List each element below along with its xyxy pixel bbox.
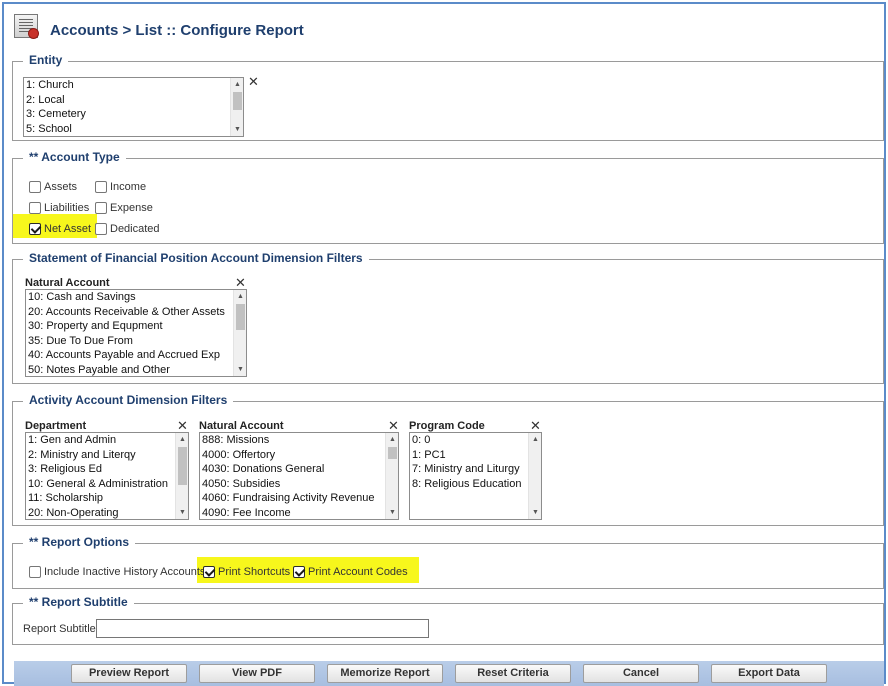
list-item[interactable]: 8: Religious Education — [410, 477, 541, 492]
natural-account-label: Natural Account — [25, 277, 110, 289]
department-label: Department — [25, 420, 87, 432]
reset-criteria-button[interactable]: Reset Criteria — [455, 664, 571, 683]
program-code-label: Program Code — [409, 420, 485, 432]
list-item[interactable]: 2: Ministry and Literqy — [26, 448, 188, 463]
list-item[interactable]: 40: Accounts Payable and Accrued Exp — [26, 348, 246, 363]
scroll-up-icon[interactable]: ▲ — [176, 433, 188, 446]
list-item[interactable]: 1: Church — [24, 78, 243, 93]
program-code-listbox[interactable]: 0: 0 1: PC1 7: Ministry and Liturgy 8: R… — [409, 432, 542, 520]
list-item[interactable]: 4030: Donations General — [200, 462, 398, 477]
account-type-legend: ** Account Type — [23, 150, 126, 164]
page-title: Accounts > List :: Configure Report — [50, 22, 304, 39]
activity-filters-section: Activity Account Dimension Filters Depar… — [12, 393, 884, 526]
report-subtitle-label: Report Subtitle: — [23, 623, 99, 635]
checkbox-liabilities[interactable]: Liabilities — [29, 200, 89, 216]
report-subtitle-section: ** Report Subtitle Report Subtitle: — [12, 595, 884, 645]
list-item[interactable]: 4090: Fee Income — [200, 506, 398, 520]
activity-natural-account-label: Natural Account — [199, 420, 284, 432]
list-item[interactable]: 3: Religious Ed — [26, 462, 188, 477]
entity-section: Entity 1: Church 2: Local 3: Cemetery 5:… — [12, 53, 884, 141]
list-item[interactable]: 7: Ministry and Liturgy — [410, 462, 541, 477]
entity-legend: Entity — [23, 53, 69, 67]
scroll-down-icon[interactable]: ▼ — [176, 506, 188, 519]
clear-icon[interactable]: ✕ — [248, 75, 259, 88]
scrollbar[interactable]: ▲ ▼ — [230, 78, 243, 136]
account-type-section: ** Account Type Assets Income Liabilitie… — [12, 150, 884, 244]
scroll-down-icon[interactable]: ▼ — [234, 363, 246, 376]
scroll-up-icon[interactable]: ▲ — [234, 290, 246, 303]
report-subtitle-input[interactable] — [96, 619, 429, 638]
checkbox-icon[interactable] — [29, 566, 41, 579]
report-icon — [14, 14, 39, 39]
scrollbar[interactable]: ▲ ▼ — [528, 433, 541, 519]
checkbox-print-account-codes[interactable]: Print Account Codes — [293, 564, 408, 580]
list-item[interactable]: 1: PC1 — [410, 448, 541, 463]
scroll-down-icon[interactable]: ▼ — [529, 506, 541, 519]
scrollbar[interactable]: ▲ ▼ — [233, 290, 246, 376]
list-item[interactable]: 20: Accounts Receivable & Other Assets — [26, 305, 246, 320]
list-item[interactable]: 35: Due To Due From — [26, 334, 246, 349]
clear-icon[interactable]: ✕ — [235, 276, 246, 289]
list-item[interactable]: 2: Local — [24, 93, 243, 108]
sfp-filters-section: Statement of Financial Position Account … — [12, 251, 884, 384]
list-item[interactable]: 1: Gen and Admin — [26, 433, 188, 448]
checkbox-dedicated[interactable]: Dedicated — [95, 221, 160, 237]
list-item[interactable]: 10: General & Administration — [26, 477, 188, 492]
scroll-up-icon[interactable]: ▲ — [231, 78, 243, 91]
activity-filters-legend: Activity Account Dimension Filters — [23, 393, 234, 407]
export-data-button[interactable]: Export Data — [711, 664, 827, 683]
memorize-report-button[interactable]: Memorize Report — [327, 664, 443, 683]
checkbox-icon[interactable] — [29, 181, 41, 194]
checkbox-icon[interactable] — [95, 223, 107, 236]
footer-button-bar: Preview Report View PDF Memorize Report … — [14, 661, 884, 686]
configure-report-window: Accounts > List :: Configure Report Enti… — [2, 2, 886, 686]
scroll-up-icon[interactable]: ▲ — [529, 433, 541, 446]
list-item[interactable]: 4050: Subsidies — [200, 477, 398, 492]
cancel-button[interactable]: Cancel — [583, 664, 699, 683]
list-item[interactable]: 30: Property and Equpment — [26, 319, 246, 334]
list-item[interactable]: 50: Notes Payable and Other — [26, 363, 246, 377]
list-item[interactable]: 3: Cemetery — [24, 107, 243, 122]
list-item[interactable]: 10: Cash and Savings — [26, 290, 246, 305]
report-subtitle-legend: ** Report Subtitle — [23, 595, 134, 609]
checkbox-icon[interactable] — [95, 202, 107, 215]
preview-report-button[interactable]: Preview Report — [71, 664, 187, 683]
entity-listbox[interactable]: 1: Church 2: Local 3: Cemetery 5: School… — [23, 77, 244, 137]
sfp-natural-account-listbox[interactable]: 10: Cash and Savings 20: Accounts Receiv… — [25, 289, 247, 377]
scroll-down-icon[interactable]: ▼ — [231, 123, 243, 136]
sfp-filters-legend: Statement of Financial Position Account … — [23, 251, 369, 265]
checkbox-icon[interactable] — [293, 566, 305, 579]
activity-natural-account-listbox[interactable]: 888: Missions 4000: Offertory 4030: Dona… — [199, 432, 399, 520]
clear-icon[interactable]: ✕ — [530, 419, 541, 432]
list-item[interactable]: 11: Scholarship — [26, 491, 188, 506]
scrollbar[interactable]: ▲ ▼ — [385, 433, 398, 519]
checkbox-icon[interactable] — [29, 202, 41, 215]
checkbox-icon[interactable] — [95, 181, 107, 194]
scroll-up-icon[interactable]: ▲ — [386, 433, 398, 446]
list-item[interactable]: 5: School — [24, 122, 243, 137]
checkbox-include-inactive[interactable]: Include Inactive History Accounts — [29, 564, 205, 580]
clear-icon[interactable]: ✕ — [388, 419, 399, 432]
checkbox-icon[interactable] — [203, 566, 215, 579]
checkbox-assets[interactable]: Assets — [29, 179, 77, 195]
list-item[interactable]: 4060: Fundraising Activity Revenue — [200, 491, 398, 506]
list-item[interactable]: 888: Missions — [200, 433, 398, 448]
list-item[interactable]: 0: 0 — [410, 433, 541, 448]
department-listbox[interactable]: 1: Gen and Admin 2: Ministry and Literqy… — [25, 432, 189, 520]
list-item[interactable]: 20: Non-Operating — [26, 506, 188, 520]
checkbox-expense[interactable]: Expense — [95, 200, 153, 216]
view-pdf-button[interactable]: View PDF — [199, 664, 315, 683]
report-options-section: ** Report Options Include Inactive Histo… — [12, 535, 884, 589]
list-item[interactable]: 4000: Offertory — [200, 448, 398, 463]
checkbox-icon[interactable] — [29, 223, 41, 236]
scrollbar[interactable]: ▲ ▼ — [175, 433, 188, 519]
checkbox-net-asset[interactable]: Net Asset — [29, 221, 91, 237]
checkbox-print-shortcuts[interactable]: Print Shortcuts — [203, 564, 290, 580]
clear-icon[interactable]: ✕ — [177, 419, 188, 432]
checkbox-income[interactable]: Income — [95, 179, 146, 195]
scroll-down-icon[interactable]: ▼ — [386, 506, 398, 519]
report-options-legend: ** Report Options — [23, 535, 136, 549]
